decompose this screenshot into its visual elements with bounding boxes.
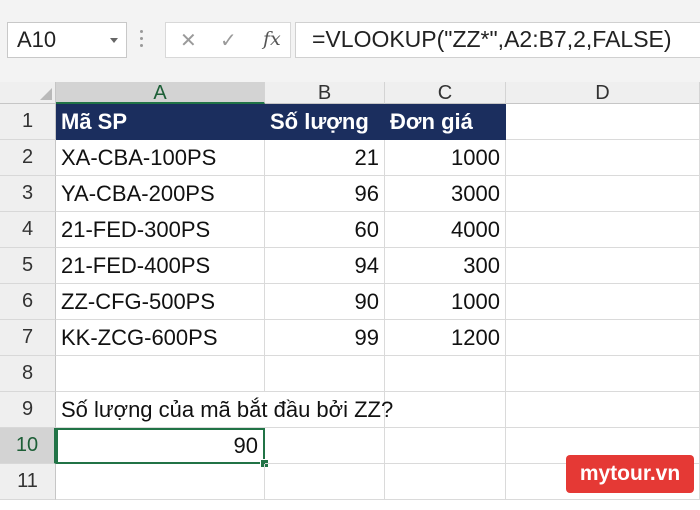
- cell[interactable]: [506, 392, 700, 428]
- watermark-logo: mytour.vn: [566, 455, 694, 493]
- name-box-value: A10: [17, 27, 57, 52]
- cell[interactable]: KK-ZCG-600PS: [56, 320, 265, 356]
- column-header-c[interactable]: C: [385, 82, 506, 104]
- cell[interactable]: [506, 356, 700, 392]
- header-cell-ma-sp[interactable]: Mã SP: [56, 104, 265, 140]
- enter-icon[interactable]: ✓: [220, 28, 237, 53]
- header-cell-don-gia[interactable]: Đơn giá: [385, 104, 506, 140]
- cell[interactable]: 60: [265, 212, 385, 248]
- cell[interactable]: 4000: [385, 212, 506, 248]
- row-header[interactable]: 4: [0, 212, 56, 248]
- column-header-d[interactable]: D: [506, 82, 700, 104]
- row-header[interactable]: 7: [0, 320, 56, 356]
- cell[interactable]: 1000: [385, 284, 506, 320]
- active-cell-a10[interactable]: 90: [56, 428, 265, 464]
- question-cell[interactable]: Số lượng của mã bắt đầu bởi ZZ?: [56, 392, 393, 428]
- cell[interactable]: [265, 464, 385, 500]
- formula-text: =VLOOKUP("ZZ*",A2:B7,2,FALSE): [312, 26, 672, 52]
- cell[interactable]: YA-CBA-200PS: [56, 176, 265, 212]
- cell[interactable]: [56, 356, 265, 392]
- cell[interactable]: [385, 392, 506, 428]
- row-header[interactable]: 5: [0, 248, 56, 284]
- cell[interactable]: ZZ-CFG-500PS: [56, 284, 265, 320]
- cell[interactable]: [56, 464, 265, 500]
- cell[interactable]: 3000: [385, 176, 506, 212]
- cell[interactable]: 21-FED-300PS: [56, 212, 265, 248]
- cell[interactable]: [506, 248, 700, 284]
- row-header[interactable]: 1: [0, 104, 56, 140]
- cell[interactable]: 90: [265, 284, 385, 320]
- cell[interactable]: [506, 140, 700, 176]
- cell[interactable]: [506, 104, 700, 140]
- drag-handle-icon[interactable]: [140, 30, 144, 52]
- formula-bar: A10 ✕ ✓ fx =VLOOKUP("ZZ*",A2:B7,2,FALSE): [0, 0, 700, 82]
- cell[interactable]: 21: [265, 140, 385, 176]
- cell[interactable]: XA-CBA-100PS: [56, 140, 265, 176]
- cancel-icon[interactable]: ✕: [180, 28, 197, 53]
- name-box[interactable]: A10: [7, 22, 127, 58]
- cell[interactable]: 300: [385, 248, 506, 284]
- row-header[interactable]: 8: [0, 356, 56, 392]
- formula-buttons: ✕ ✓ fx: [165, 22, 291, 58]
- column-header-b[interactable]: B: [265, 82, 385, 104]
- cell[interactable]: [506, 284, 700, 320]
- cell[interactable]: [265, 356, 385, 392]
- cell[interactable]: [385, 464, 506, 500]
- cell[interactable]: [506, 176, 700, 212]
- row-header[interactable]: 9: [0, 392, 56, 428]
- select-all-button[interactable]: [0, 82, 56, 104]
- cell[interactable]: [385, 428, 506, 464]
- cell[interactable]: [506, 212, 700, 248]
- column-header-a[interactable]: A: [56, 82, 265, 104]
- cell[interactable]: [506, 320, 700, 356]
- cell[interactable]: 1000: [385, 140, 506, 176]
- cell[interactable]: [265, 428, 385, 464]
- row-header[interactable]: 11: [0, 464, 56, 500]
- cell[interactable]: 21-FED-400PS: [56, 248, 265, 284]
- cell[interactable]: 96: [265, 176, 385, 212]
- cell[interactable]: [385, 356, 506, 392]
- cell[interactable]: 94: [265, 248, 385, 284]
- formula-input[interactable]: =VLOOKUP("ZZ*",A2:B7,2,FALSE): [295, 22, 700, 58]
- row-header[interactable]: 6: [0, 284, 56, 320]
- spreadsheet-grid: A B C D 1 Mã SP Số lượng Đơn giá 2 XA-CB…: [0, 82, 700, 510]
- row-header[interactable]: 2: [0, 140, 56, 176]
- row-header[interactable]: 10: [0, 428, 56, 464]
- chevron-down-icon[interactable]: [110, 38, 118, 43]
- row-header[interactable]: 3: [0, 176, 56, 212]
- cell[interactable]: 1200: [385, 320, 506, 356]
- insert-function-icon[interactable]: fx: [263, 28, 281, 50]
- header-cell-so-luong[interactable]: Số lượng: [265, 104, 385, 140]
- cell[interactable]: 99: [265, 320, 385, 356]
